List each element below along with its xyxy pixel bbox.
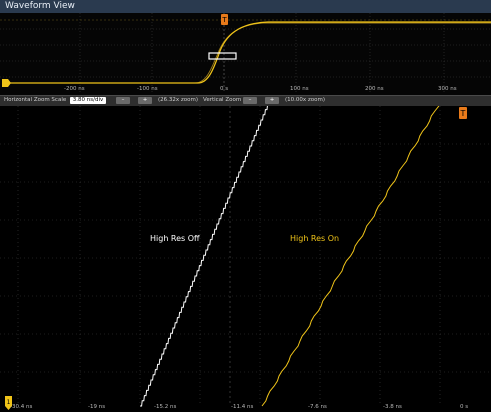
zoomed-time-label: -11.4 ns bbox=[231, 404, 254, 410]
overview-waveform bbox=[8, 21, 491, 84]
zoomed-time-label: -7.6 ns bbox=[308, 404, 327, 410]
overview-trigger-glyph: T bbox=[221, 16, 227, 24]
overview-time-label: -200 ns bbox=[64, 86, 85, 92]
zoomed-plot: T 1 bbox=[0, 106, 491, 410]
overview-waveform-secondary bbox=[8, 22, 491, 84]
overview-level-marker[interactable] bbox=[2, 79, 11, 87]
zoomed-time-label: 0 s bbox=[460, 404, 469, 410]
horizontal-zoom-label: Horizontal Zoom Scale bbox=[4, 97, 67, 103]
overview-time-label: 0 s bbox=[220, 86, 229, 92]
vertical-zoom-factor: (10.00x zoom) bbox=[285, 97, 326, 103]
window-title: Waveform View bbox=[5, 1, 75, 11]
overview-plot: T bbox=[0, 13, 491, 93]
zoomed-time-label: -3.8 ns bbox=[383, 404, 402, 410]
waveform-view-window: Waveform View T -200 ns -100 ns 0 s 100 … bbox=[0, 0, 491, 412]
zoomed-time-label: -30.4 ns bbox=[10, 404, 33, 410]
zoomed-trigger-glyph: T bbox=[460, 109, 466, 118]
vertical-zoom-minus-button[interactable]: – bbox=[243, 97, 257, 104]
high-res-on-trace bbox=[261, 106, 440, 407]
zoomed-grid bbox=[0, 106, 491, 406]
high-res-off-annotation: High Res Off bbox=[150, 234, 200, 243]
horizontal-zoom-minus-button[interactable]: – bbox=[116, 97, 130, 104]
high-res-off-trace bbox=[140, 106, 268, 407]
zoom-region-box[interactable] bbox=[208, 52, 237, 60]
overview-time-label: 100 ns bbox=[290, 86, 309, 92]
horizontal-zoom-factor: (26.32x zoom) bbox=[158, 97, 199, 103]
overview-grid bbox=[0, 13, 491, 93]
overview-waveform-pane[interactable]: T -200 ns -100 ns 0 s 100 ns 200 ns 300 … bbox=[0, 13, 491, 95]
horizontal-zoom-plus-button[interactable]: + bbox=[138, 97, 152, 104]
zoomed-time-label: -19 ns bbox=[88, 404, 106, 410]
vertical-zoom-label: Vertical Zoom bbox=[203, 97, 242, 103]
zoomed-waveform-pane[interactable]: T 1 High Res Off High Res On -30.4 ns -1… bbox=[0, 106, 491, 412]
horizontal-zoom-scale-field[interactable]: 3.80 ns/div bbox=[70, 97, 106, 104]
window-title-bar[interactable]: Waveform View bbox=[0, 0, 491, 14]
overview-time-label: -100 ns bbox=[137, 86, 158, 92]
vertical-zoom-plus-button[interactable]: + bbox=[265, 97, 279, 104]
overview-time-label: 200 ns bbox=[365, 86, 384, 92]
overview-time-label: 300 ns bbox=[438, 86, 457, 92]
zoomed-time-label: -15.2 ns bbox=[154, 404, 177, 410]
high-res-on-annotation: High Res On bbox=[290, 234, 340, 243]
